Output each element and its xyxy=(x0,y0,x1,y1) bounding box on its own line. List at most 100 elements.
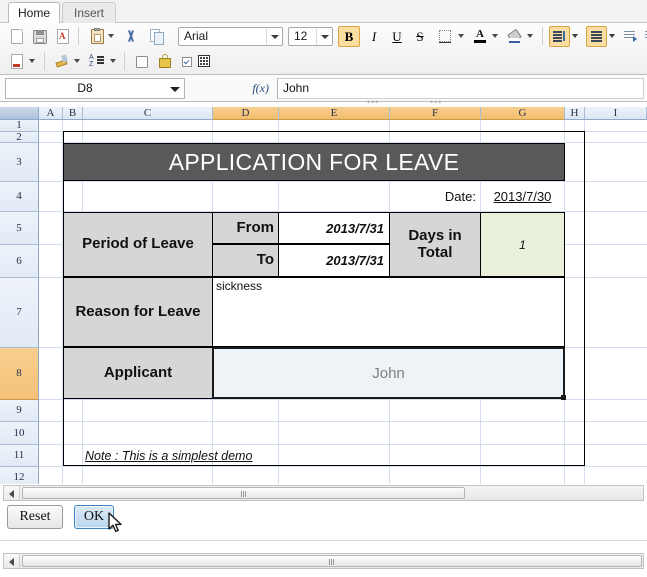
row-header-2[interactable]: 2 xyxy=(0,132,39,143)
column-header-b[interactable]: B xyxy=(63,107,83,120)
row-header-6[interactable]: 6 xyxy=(0,245,39,278)
scrollbar-thumb[interactable] xyxy=(22,487,465,499)
gridlines-icon[interactable] xyxy=(194,51,215,72)
page-horizontal-scrollbar[interactable] xyxy=(3,553,644,569)
lock-icon[interactable] xyxy=(154,51,175,72)
row-header-11[interactable]: 11 xyxy=(0,445,39,467)
chevron-down-icon[interactable] xyxy=(316,28,332,45)
function-button[interactable]: f(x) xyxy=(187,78,275,99)
font-size-combo[interactable]: 12 xyxy=(288,27,333,46)
from-label: From xyxy=(212,212,279,244)
format-painter-dropdown-caret-icon[interactable] xyxy=(74,59,80,63)
vertical-align-dropdown-caret-icon[interactable] xyxy=(572,34,578,38)
toolbar-separator xyxy=(124,52,125,70)
save-icon[interactable] xyxy=(29,26,50,47)
scroll-left-arrow-icon[interactable] xyxy=(4,486,20,500)
reason-for-leave-value[interactable]: sickness xyxy=(212,277,565,347)
spreadsheet-application-window: Home Insert Arial 12 B xyxy=(0,0,647,577)
row-header-9[interactable]: 9 xyxy=(0,400,39,422)
fill-color-icon[interactable] xyxy=(504,26,525,47)
column-header-i[interactable]: I xyxy=(585,107,647,120)
name-box-value: D8 xyxy=(77,81,93,95)
sheet-horizontal-scrollbar[interactable] xyxy=(3,485,644,501)
days-in-total-value[interactable]: 1 xyxy=(480,212,565,277)
borders-icon[interactable] xyxy=(435,26,456,47)
font-size-value: 12 xyxy=(294,29,308,43)
checkbox-icon[interactable] xyxy=(131,51,152,72)
ok-button-label: OK xyxy=(83,509,105,524)
scroll-left-arrow-icon[interactable] xyxy=(4,554,20,568)
scrollbar-thumb[interactable] xyxy=(22,555,642,567)
column-header-f[interactable]: F xyxy=(390,107,481,120)
from-date-value[interactable]: 2013/7/31 xyxy=(278,212,390,244)
row-header-5[interactable]: 5 xyxy=(0,212,39,245)
row-header-3[interactable]: 3 xyxy=(0,143,39,182)
column-header-c[interactable]: C xyxy=(83,107,213,120)
format-painter-icon[interactable] xyxy=(51,51,72,72)
italic-button[interactable]: I xyxy=(364,26,384,47)
reset-button-label: Reset xyxy=(19,509,51,524)
column-header-label: E xyxy=(330,107,338,119)
applicant-value[interactable]: John xyxy=(213,348,564,398)
wrap-text-icon[interactable] xyxy=(620,26,641,47)
column-header-label: A xyxy=(46,107,55,119)
reason-for-leave-label: Reason for Leave xyxy=(63,277,213,347)
chevron-down-icon[interactable] xyxy=(166,79,182,98)
row-header-8[interactable]: 8 xyxy=(0,348,39,400)
spreadsheet-grid[interactable]: A B C D E F G H I 1 2 3 4 5 6 7 8 9 10 1… xyxy=(0,107,647,484)
page-break-icon[interactable] xyxy=(6,51,27,72)
vertical-align-icon[interactable] xyxy=(549,26,570,47)
borders-dropdown-caret-icon[interactable] xyxy=(458,34,464,38)
grid-cells-area[interactable]: APPLICATION FOR LEAVE Date: 2013/7/30 Pe… xyxy=(39,120,647,484)
tab-insert[interactable]: Insert xyxy=(62,2,116,23)
underline-label: U xyxy=(392,29,402,44)
row-header-4[interactable]: 4 xyxy=(0,182,39,212)
fx-label: f(x) xyxy=(252,81,269,95)
cut-icon[interactable] xyxy=(120,26,141,47)
formula-input[interactable]: John xyxy=(277,78,644,99)
merge-cells-icon[interactable] xyxy=(641,26,647,47)
row-header-12[interactable]: 12 xyxy=(0,467,39,484)
row-header-7[interactable]: 7 xyxy=(0,278,39,348)
column-header-g[interactable]: G xyxy=(481,107,565,120)
toolbar-separator xyxy=(78,27,79,45)
page-break-dropdown-caret-icon[interactable] xyxy=(29,59,35,63)
font-color-icon[interactable]: A xyxy=(470,26,491,47)
fill-color-dropdown-caret-icon[interactable] xyxy=(527,34,533,38)
date-label: Date: xyxy=(444,189,476,204)
column-header-d[interactable]: D xyxy=(213,107,279,120)
column-splitter-marker[interactable]: ••• xyxy=(367,98,387,107)
to-label: To xyxy=(212,244,279,277)
horizontal-align-icon[interactable] xyxy=(586,26,607,47)
horizontal-align-dropdown-caret-icon[interactable] xyxy=(609,34,615,38)
column-splitter-marker[interactable]: ••• xyxy=(430,98,450,107)
ribbon-toolbar: Arial 12 B I U S A xyxy=(0,23,647,75)
copy-icon[interactable] xyxy=(146,26,167,47)
date-value[interactable]: 2013/7/30 xyxy=(481,182,564,211)
underline-button[interactable]: U xyxy=(387,26,407,47)
row-header-10[interactable]: 10 xyxy=(0,422,39,445)
formula-input-value: John xyxy=(283,81,310,95)
export-pdf-icon[interactable] xyxy=(52,26,73,47)
applicant-label: Applicant xyxy=(63,347,213,399)
fill-handle[interactable] xyxy=(561,395,566,400)
new-document-icon[interactable] xyxy=(6,26,27,47)
name-box[interactable]: D8 xyxy=(5,78,185,99)
column-header-h[interactable]: H xyxy=(565,107,585,120)
reset-button[interactable]: Reset xyxy=(7,505,63,529)
italic-label: I xyxy=(371,29,377,44)
sort-az-icon[interactable]: AZ xyxy=(86,51,107,72)
font-color-dropdown-caret-icon[interactable] xyxy=(492,34,498,38)
sort-dropdown-caret-icon[interactable] xyxy=(110,59,116,63)
to-date-value[interactable]: 2013/7/31 xyxy=(278,244,390,277)
paste-icon[interactable] xyxy=(86,26,107,47)
tab-home[interactable]: Home xyxy=(8,2,60,23)
column-header-e[interactable]: E xyxy=(279,107,390,120)
font-family-combo[interactable]: Arial xyxy=(178,27,283,46)
bold-button[interactable]: B xyxy=(338,26,360,47)
paste-dropdown-caret-icon[interactable] xyxy=(108,34,114,38)
chevron-down-icon[interactable] xyxy=(266,28,282,45)
column-header-a[interactable]: A xyxy=(39,107,63,120)
strikethrough-button[interactable]: S xyxy=(410,26,430,47)
column-header-label: C xyxy=(143,107,152,119)
